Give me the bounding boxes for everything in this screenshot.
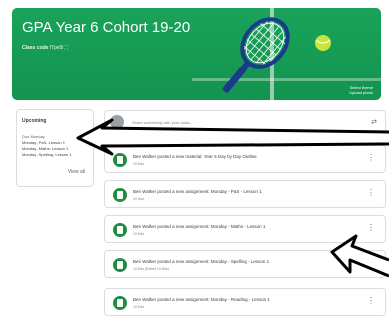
stream-post[interactable]: Ben Walker posted a new assignment: Mond… [104, 288, 386, 316]
upcoming-item[interactable]: Monday- PaS- Lesson 1 [22, 140, 65, 145]
view-all-link[interactable]: View all [68, 169, 85, 175]
stream-post[interactable]: Ben Walker posted a new assignment: Mond… [104, 180, 386, 208]
upload-photo-link[interactable]: Upload photo [349, 90, 373, 95]
post-date: 19 Mar (Edited 19 Mar) [133, 267, 169, 271]
post-text: Ben Walker posted a new assignment: Mond… [133, 224, 266, 229]
banner-actions: Select theme Upload photo [349, 85, 373, 95]
post-date: 19 Mar [133, 197, 144, 201]
class-code-value[interactable]: f7pe5l ⛶ [50, 45, 69, 51]
more-vert-icon[interactable]: ⋮ [367, 224, 375, 232]
post-date: 19 Mar [133, 232, 144, 236]
assignment-icon [113, 188, 127, 202]
assignment-icon [113, 296, 127, 310]
assignment-icon [113, 258, 127, 272]
post-text: Ben Walker posted a new assignment: Mond… [133, 297, 270, 302]
class-title: GPA Year 6 Cohort 19-20 [22, 19, 191, 36]
tennis-racket-illustration [222, 17, 331, 93]
upcoming-title: Upcoming [22, 118, 47, 124]
post-text: Ben Walker posted a new assignment: Mond… [133, 259, 270, 264]
more-vert-icon[interactable]: ⋮ [367, 189, 375, 197]
upcoming-due-date: Due Monday [22, 134, 45, 139]
post-text: Ben Walker posted a new assignment: Mond… [133, 189, 262, 194]
class-banner: GPA Year 6 Cohort 19-20 Class code f7pe5… [12, 8, 381, 100]
upcoming-item[interactable]: Monday- Spelling- Lesson 1 [22, 152, 72, 157]
upcoming-item[interactable]: Monday- Maths- Lesson 1 [22, 146, 68, 151]
annotation-arrow-right [330, 234, 389, 278]
post-date: 19 Mar [133, 162, 144, 166]
assignment-icon [113, 223, 127, 237]
more-vert-icon[interactable]: ⋮ [367, 297, 375, 305]
post-date: 19 Mar [133, 305, 144, 309]
class-code-label: Class code [22, 45, 49, 51]
annotation-arrow-left [76, 118, 389, 156]
class-code: Class code f7pe5l ⛶ [22, 45, 68, 51]
